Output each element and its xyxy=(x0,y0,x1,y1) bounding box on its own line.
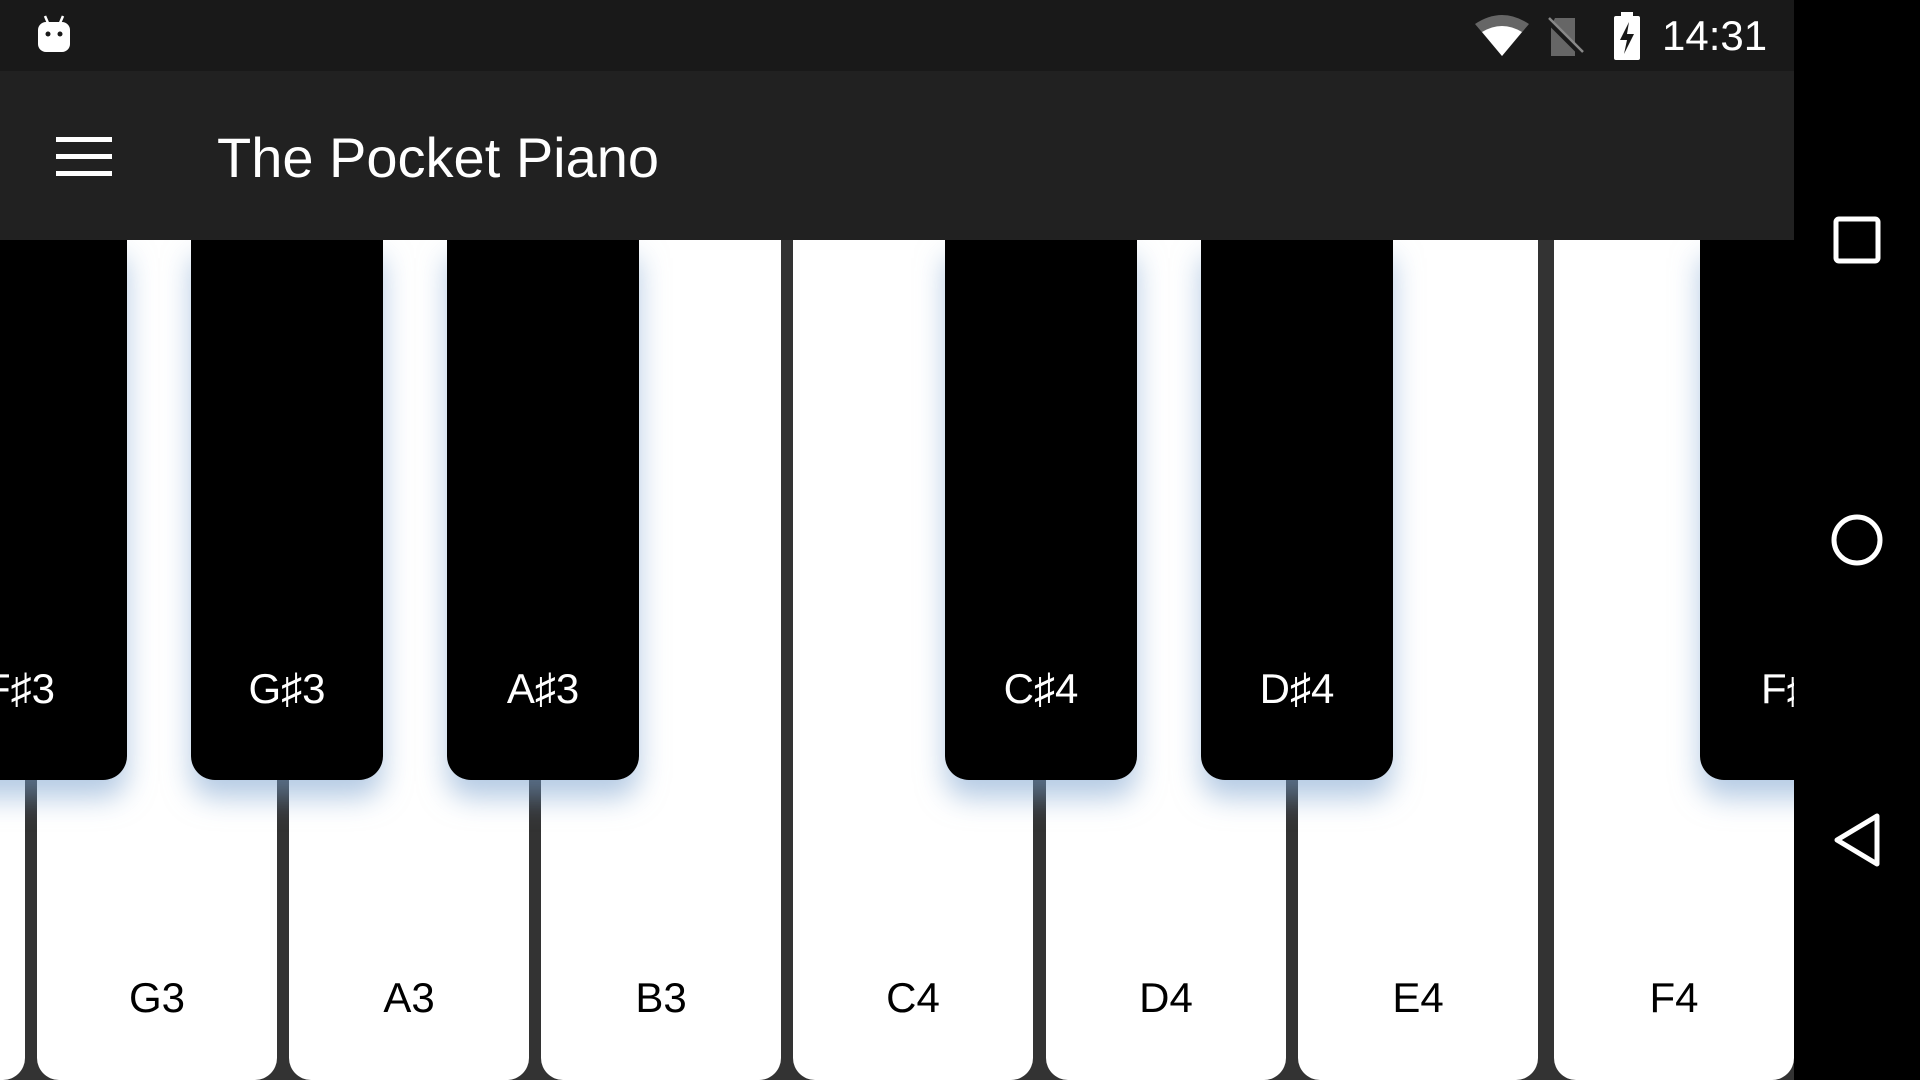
android-debug-icon xyxy=(38,15,70,52)
no-sim-icon xyxy=(1545,17,1585,58)
app-title: The Pocket Piano xyxy=(217,126,660,189)
recents-icon[interactable] xyxy=(1827,210,1887,270)
white-key-label: G3 xyxy=(128,974,186,1021)
black-key-label: A♯3 xyxy=(506,665,580,712)
black-key-a-sharp-3[interactable]: A♯3 xyxy=(447,240,639,780)
white-key-label: E4 xyxy=(1392,974,1444,1021)
battery-charging-icon xyxy=(1614,12,1640,60)
white-key-label: C4 xyxy=(886,974,940,1021)
wifi-icon xyxy=(1475,15,1529,56)
black-key-c-sharp-4[interactable]: C♯4 xyxy=(945,240,1137,780)
status-time: 14:31 xyxy=(1662,12,1768,59)
app-bar: The Pocket Piano xyxy=(0,71,1794,240)
black-key-d-sharp-4[interactable]: D♯4 xyxy=(1201,240,1393,780)
white-key-label: B3 xyxy=(635,974,687,1021)
white-key-label: F4 xyxy=(1649,974,1699,1021)
status-bar: 14:31 xyxy=(0,0,1794,71)
home-icon[interactable] xyxy=(1827,510,1887,570)
white-key-label: A3 xyxy=(383,974,435,1021)
back-icon[interactable] xyxy=(1827,810,1887,870)
black-key-f-sharp-4[interactable]: F♯4 xyxy=(1700,240,1794,780)
black-key-label: F♯4 xyxy=(1760,665,1794,712)
black-key-g-sharp-3[interactable]: G♯3 xyxy=(191,240,383,780)
hamburger-menu-icon[interactable] xyxy=(56,137,112,177)
black-key-f-sharp-3[interactable]: F♯3 xyxy=(0,240,127,780)
black-key-label: F♯3 xyxy=(0,665,56,712)
piano-keyboard: G3 A3 B3 C4 D4 E4 F4 F♯3 G♯3 A♯3 C♯4 D♯4… xyxy=(0,240,1794,1080)
black-key-label: C♯4 xyxy=(1003,665,1079,712)
navigation-bar xyxy=(1794,0,1920,1080)
white-key-label: D4 xyxy=(1139,974,1193,1021)
black-key-label: G♯3 xyxy=(248,665,326,712)
black-key-label: D♯4 xyxy=(1259,665,1335,712)
